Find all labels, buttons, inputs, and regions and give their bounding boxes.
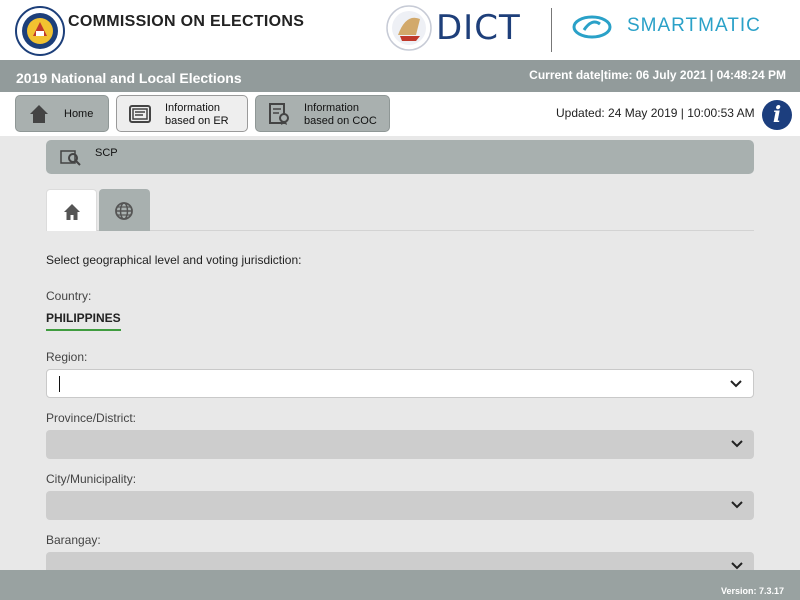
org-title: COMMISSION ON ELECTIONS	[68, 13, 305, 30]
updated-timestamp: Updated: 24 May 2019 | 10:00:53 AM	[556, 106, 755, 120]
chevron-down-icon	[731, 440, 743, 448]
logo-divider	[551, 8, 552, 52]
home-icon	[64, 204, 80, 220]
dict-logo-text: DICT	[436, 8, 521, 48]
footer: Version: 7.3.17	[0, 570, 800, 600]
info-coc-button[interactable]: Information based on COC	[255, 95, 390, 132]
home-icon	[30, 105, 48, 123]
scp-label: SCP	[95, 147, 118, 159]
tab-home[interactable]	[46, 189, 97, 231]
smartmatic-logo-mark	[572, 15, 612, 39]
region-label: Region:	[46, 350, 88, 364]
comelec-seal-logo	[15, 6, 65, 56]
info-coc-label-line1: Information	[304, 102, 360, 114]
info-er-label-line2: based on ER	[165, 115, 229, 127]
province-select[interactable]	[46, 430, 754, 459]
country-value[interactable]: PHILIPPINES	[46, 311, 121, 331]
city-select[interactable]	[46, 491, 754, 520]
barangay-label: Barangay:	[46, 533, 101, 547]
tab-globe[interactable]	[99, 189, 150, 231]
text-cursor	[59, 376, 60, 392]
site-header: COMMISSION ON ELECTIONS DICT SMARTMATIC	[0, 0, 800, 60]
home-button-label: Home	[64, 108, 94, 120]
info-er-label-line1: Information	[165, 102, 221, 114]
view-tabs	[46, 189, 754, 231]
province-label: Province/District:	[46, 411, 137, 425]
info-coc-label-line2: based on COC	[304, 115, 377, 127]
election-title: 2019 National and Local Elections	[16, 70, 242, 86]
scp-bar[interactable]: SCP	[46, 140, 754, 174]
globe-icon	[115, 202, 133, 220]
chevron-down-icon	[730, 380, 742, 388]
country-label: Country:	[46, 289, 92, 303]
scp-search-icon	[60, 150, 81, 166]
city-label: City/Municipality:	[46, 472, 137, 486]
home-button[interactable]: Home	[15, 95, 109, 132]
chevron-down-icon	[731, 501, 743, 509]
current-datetime: Current date|time: 06 July 2021 | 04:48:…	[529, 68, 786, 82]
election-return-icon	[129, 105, 151, 123]
dict-seal-logo	[386, 5, 432, 51]
version-label: Version: 7.3.17	[720, 586, 784, 596]
form-instruction: Select geographical level and voting jur…	[46, 253, 302, 267]
info-button[interactable]: i	[762, 100, 792, 130]
region-select[interactable]	[46, 369, 754, 398]
certificate-icon	[269, 103, 289, 125]
election-title-bar: 2019 National and Local Elections Curren…	[0, 60, 800, 92]
main-nav: Home Information based on ER Information…	[0, 92, 800, 136]
info-er-button[interactable]: Information based on ER	[116, 95, 248, 132]
smartmatic-logo-text: SMARTMATIC	[627, 15, 761, 36]
